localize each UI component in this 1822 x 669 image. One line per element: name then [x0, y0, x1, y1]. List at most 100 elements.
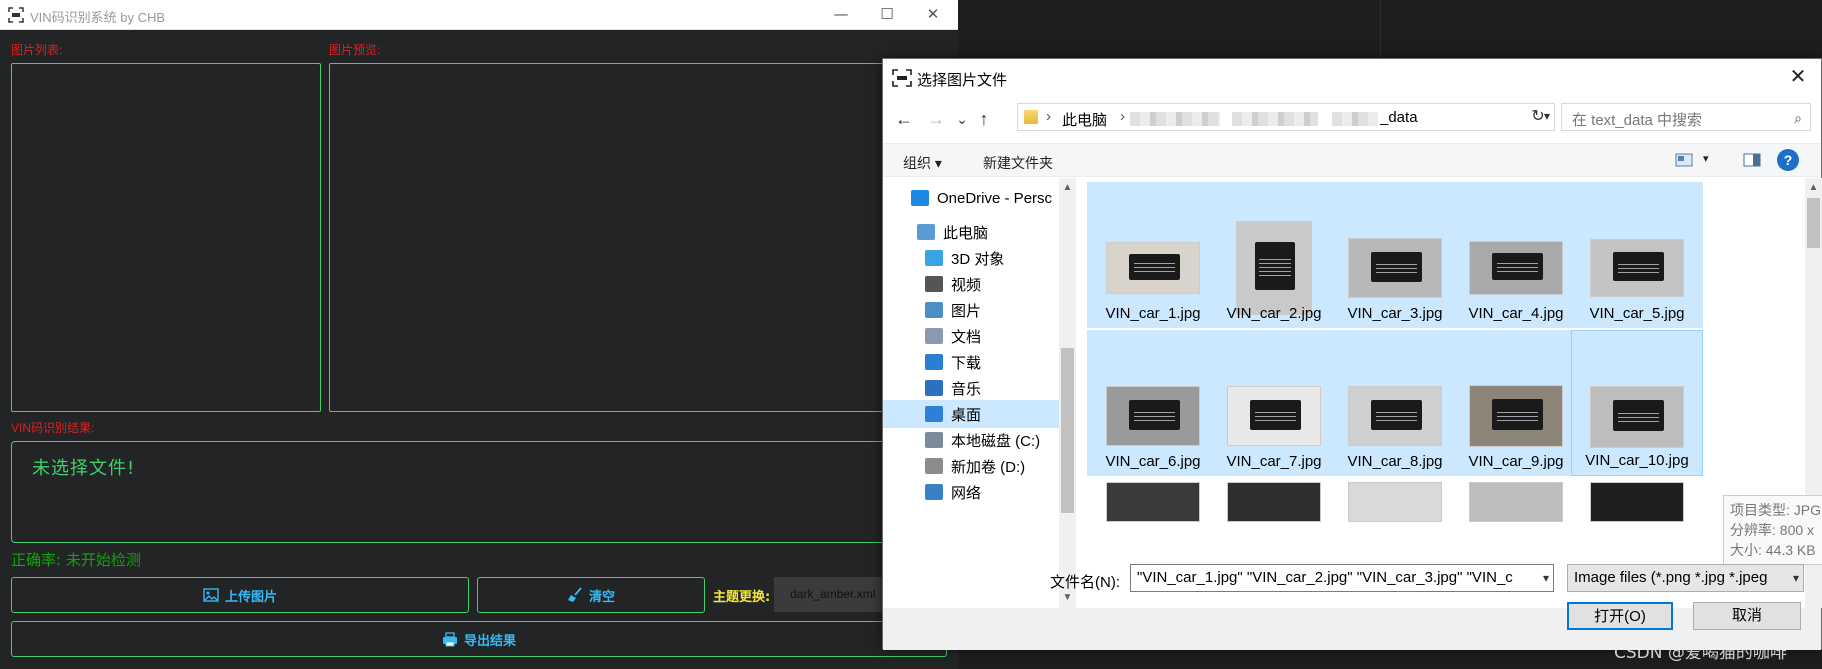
result-label: VIN码识别结果:	[11, 421, 95, 435]
file-item[interactable]: VIN_car_7.jpg	[1208, 330, 1340, 476]
tooltip-size: 大小: 44.3 KB	[1730, 542, 1816, 558]
file-list: VIN_car_1.jpg VIN_car_2.jpg VIN_car_3.jpg V…	[1079, 178, 1805, 608]
nav-item-label: 桌面	[951, 406, 982, 424]
drive-icon	[925, 458, 943, 474]
nav-item[interactable]: 本地磁盘 (C:)	[883, 426, 1059, 454]
upload-button-label: 上传图片	[224, 589, 277, 605]
file-item[interactable]: VIN_car_2.jpg	[1208, 182, 1340, 328]
scroll-up-icon[interactable]: ▲	[1805, 182, 1822, 193]
filename-label: 文件名(N):	[1050, 574, 1120, 591]
up-button[interactable]: ↑	[973, 107, 995, 131]
file-item[interactable]: VIN_car_5.jpg	[1571, 182, 1703, 328]
scroll-down-icon[interactable]: ▼	[1059, 592, 1076, 603]
organize-button[interactable]: 组织 ▾	[903, 153, 942, 173]
nav-item-label: 视频	[951, 276, 982, 294]
open-button-label: 打开(O)	[1594, 608, 1646, 625]
recent-locations-button[interactable]: ⌄	[951, 107, 973, 131]
image-preview-label: 图片预览:	[329, 43, 381, 57]
nav-item-label: 3D 对象	[951, 250, 1005, 268]
nav-item-label: 下载	[951, 354, 982, 372]
preview-pane-icon[interactable]	[1743, 152, 1761, 168]
nav-item[interactable]: 视频	[883, 270, 1059, 298]
result-textbox[interactable]: 未选择文件!	[11, 441, 958, 543]
nav-item[interactable]: 此电脑	[883, 218, 1059, 246]
tooltip-resolution: 分辨率: 800 x	[1730, 522, 1815, 538]
file-thumbnail[interactable]	[1590, 482, 1684, 522]
open-button[interactable]: 打开(O)	[1567, 602, 1673, 630]
help-icon[interactable]: ?	[1777, 149, 1799, 171]
filetype-select[interactable]: Image files (*.png *.jpg *.jpeg ▾	[1567, 564, 1804, 592]
nav-scrollbar[interactable]: ▲ ▼	[1059, 178, 1076, 608]
file-name: VIN_car_5.jpg	[1589, 305, 1685, 322]
file-thumbnail	[1236, 221, 1312, 315]
nav-item[interactable]: 新加卷 (D:)	[883, 452, 1059, 480]
file-thumbnail[interactable]	[1106, 482, 1200, 522]
new-folder-button[interactable]: 新建文件夹	[983, 153, 1053, 173]
nav-item[interactable]: 下载	[883, 348, 1059, 376]
file-name: VIN_car_3.jpg	[1347, 305, 1443, 322]
navigation-pane: OneDrive - Persc 此电脑 3D 对象视频图片 文档下载音乐桌面本地磁盘…	[883, 178, 1059, 608]
address-bar[interactable]: › 此电脑 › _data ▾	[1017, 103, 1555, 131]
file-name: VIN_car_1.jpg	[1105, 305, 1201, 322]
chevron-right-icon: ›	[1120, 108, 1125, 125]
dialog-close-button[interactable]: ✕	[1783, 63, 1813, 91]
nav-item[interactable]: 桌面	[883, 400, 1059, 428]
image-icon	[203, 588, 219, 602]
image-preview-panel	[329, 63, 958, 412]
breadcrumb-root[interactable]: 此电脑	[1062, 109, 1107, 130]
file-item[interactable]: VIN_car_8.jpg	[1329, 330, 1461, 476]
chevron-down-icon[interactable]: ▾	[1788, 571, 1799, 585]
scrollbar-thumb[interactable]	[1061, 348, 1074, 513]
view-dropdown-icon[interactable]: ▾	[1703, 152, 1709, 165]
scan-icon	[892, 69, 912, 87]
nav-item-label: 新加卷 (D:)	[951, 458, 1026, 476]
nav-item[interactable]: 网络	[883, 478, 1059, 506]
file-thumbnail[interactable]	[1348, 482, 1442, 522]
upload-button[interactable]: 上传图片	[11, 577, 469, 613]
chevron-down-icon[interactable]: ▾	[1538, 571, 1549, 585]
scrollbar-thumb[interactable]	[1807, 198, 1820, 248]
refresh-icon[interactable]: ↻	[1525, 105, 1551, 129]
theme-select-value: dark_amber.xml	[790, 587, 876, 601]
theme-label: 主题更换:	[713, 590, 771, 605]
export-button[interactable]: 导出结果	[11, 621, 947, 657]
file-item[interactable]: VIN_car_3.jpg	[1329, 182, 1461, 328]
file-item[interactable]: VIN_car_10.jpg	[1571, 330, 1703, 476]
nav-item[interactable]: OneDrive - Persc	[883, 184, 1059, 212]
file-name: VIN_car_6.jpg	[1105, 453, 1201, 470]
file-name: VIN_car_7.jpg	[1226, 453, 1322, 470]
filename-input[interactable]: "VIN_car_1.jpg" "VIN_car_2.jpg" "VIN_car…	[1130, 564, 1554, 592]
file-item[interactable]: VIN_car_6.jpg	[1087, 330, 1219, 476]
close-button[interactable]: ✕	[910, 0, 956, 30]
download-icon	[925, 354, 943, 370]
scroll-up-icon[interactable]: ▲	[1059, 182, 1076, 193]
file-thumbnail	[1469, 241, 1563, 295]
file-thumbnail[interactable]	[1227, 482, 1321, 522]
music-icon	[925, 380, 943, 396]
nav-item[interactable]: 文档	[883, 322, 1059, 350]
search-input[interactable]: 在 text_data 中搜索 ⌕	[1561, 103, 1811, 131]
search-placeholder: 在 text_data 中搜索	[1572, 112, 1703, 129]
nav-item[interactable]: 3D 对象	[883, 244, 1059, 272]
view-icon[interactable]	[1675, 152, 1693, 168]
nav-item[interactable]: 图片	[883, 296, 1059, 324]
back-button[interactable]: ←	[893, 107, 915, 131]
file-thumbnail[interactable]	[1469, 482, 1563, 522]
file-item[interactable]: VIN_car_4.jpg	[1450, 182, 1582, 328]
filetype-value: Image files (*.png *.jpg *.jpeg	[1574, 569, 1768, 586]
minimize-button[interactable]: —	[818, 0, 864, 30]
nav-item[interactable]: 音乐	[883, 374, 1059, 402]
maximize-button[interactable]: ☐	[864, 0, 910, 30]
image-list-panel[interactable]	[11, 63, 321, 412]
filename-value: "VIN_car_1.jpg" "VIN_car_2.jpg" "VIN_car…	[1137, 569, 1513, 586]
clear-button[interactable]: 清空	[477, 577, 705, 613]
file-item[interactable]: VIN_car_9.jpg	[1450, 330, 1582, 476]
file-tooltip: 项目类型: JPG 分辨率: 800 x 大小: 44.3 KB	[1723, 495, 1822, 565]
breadcrumb-current[interactable]: _data	[1380, 109, 1418, 126]
file-item[interactable]: VIN_car_1.jpg	[1087, 182, 1219, 328]
file-name: VIN_car_8.jpg	[1347, 453, 1443, 470]
cancel-button[interactable]: 取消	[1693, 602, 1801, 630]
document-icon	[925, 328, 943, 344]
nav-item-label: 网络	[951, 484, 982, 502]
forward-button[interactable]: →	[925, 107, 947, 131]
